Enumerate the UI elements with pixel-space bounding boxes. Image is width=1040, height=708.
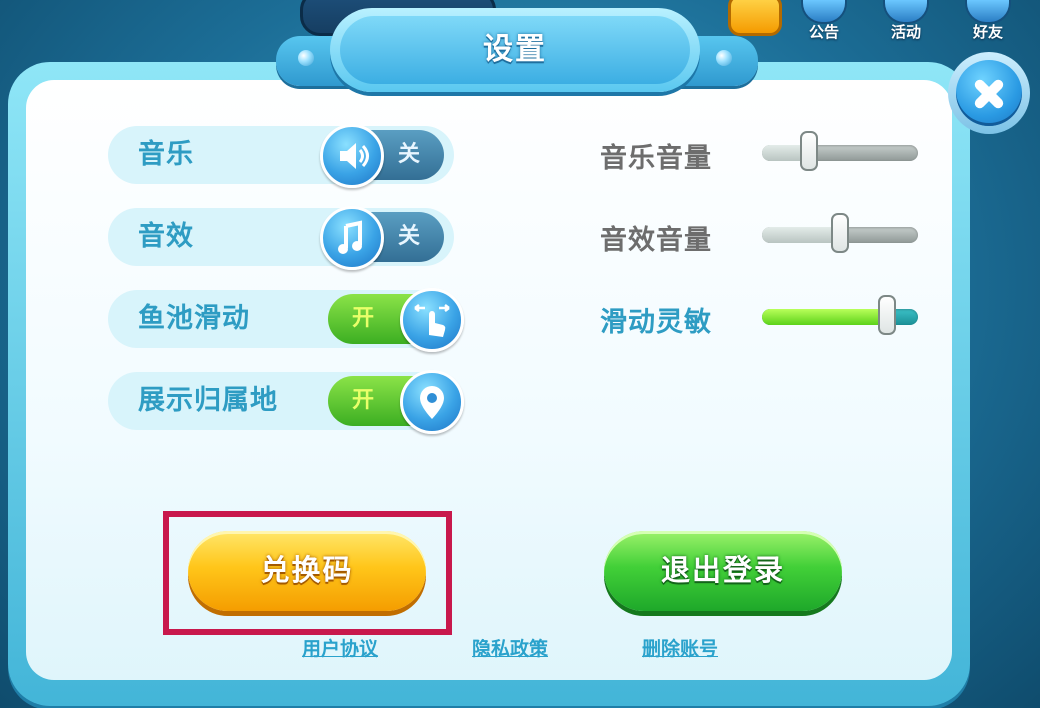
music-label: 音乐 bbox=[138, 139, 194, 170]
show-location-toggle-state: 开 bbox=[352, 388, 375, 413]
events-icon bbox=[883, 0, 929, 24]
friends-button[interactable]: 好友 bbox=[960, 0, 1016, 40]
close-button[interactable] bbox=[948, 52, 1030, 134]
pond-swipe-toggle-row: 鱼池滑动 开 bbox=[108, 288, 464, 352]
close-icon bbox=[956, 60, 1022, 126]
notice-label: 公告 bbox=[808, 23, 839, 41]
show-location-toggle-row: 展示归属地 开 bbox=[108, 370, 464, 434]
swipe-hand-icon[interactable] bbox=[400, 288, 464, 352]
sfx-volume-fill bbox=[762, 227, 840, 243]
notice-button[interactable]: 公告 bbox=[796, 0, 852, 40]
title-bead-right bbox=[716, 50, 732, 66]
sfx-volume-slider[interactable] bbox=[762, 213, 918, 253]
events-label: 活动 bbox=[890, 23, 921, 41]
friends-label: 好友 bbox=[972, 23, 1003, 41]
megaphone-icon bbox=[801, 0, 847, 24]
add-coins-button[interactable] bbox=[728, 0, 782, 36]
music-volume-thumb[interactable] bbox=[800, 131, 818, 171]
sound-effects-label: 音效 bbox=[138, 221, 194, 252]
speaker-icon[interactable] bbox=[320, 124, 384, 188]
sfx-volume-thumb[interactable] bbox=[831, 213, 849, 253]
show-location-label: 展示归属地 bbox=[138, 385, 278, 416]
user-agreement-link[interactable]: 用户协议 bbox=[302, 634, 378, 661]
swipe-sensitivity-fill bbox=[762, 309, 887, 325]
sfx-volume-label: 音效音量 bbox=[600, 225, 712, 256]
music-volume-slider[interactable] bbox=[762, 131, 918, 171]
title-bead-left bbox=[298, 50, 314, 66]
delete-account-link[interactable]: 删除账号 bbox=[642, 634, 718, 661]
music-volume-label: 音乐音量 bbox=[600, 143, 712, 174]
sound-effects-toggle-row: 音效 关 bbox=[108, 206, 454, 270]
sound-effects-toggle-state: 关 bbox=[397, 224, 420, 249]
location-pin-icon[interactable] bbox=[400, 370, 464, 434]
redeem-code-button[interactable]: 兑换码 bbox=[188, 531, 426, 611]
friends-icon bbox=[965, 0, 1011, 24]
events-button[interactable]: 活动 bbox=[878, 0, 934, 40]
music-note-icon[interactable] bbox=[320, 206, 384, 270]
pond-swipe-toggle-state: 开 bbox=[352, 306, 375, 331]
swipe-sensitivity-slider[interactable] bbox=[762, 295, 918, 335]
privacy-policy-link[interactable]: 隐私政策 bbox=[472, 634, 548, 661]
pond-swipe-label: 鱼池滑动 bbox=[138, 303, 250, 334]
logout-button[interactable]: 退出登录 bbox=[604, 531, 842, 611]
music-toggle-row: 音乐 关 bbox=[108, 124, 454, 188]
swipe-sensitivity-thumb[interactable] bbox=[878, 295, 896, 335]
music-toggle-state: 关 bbox=[397, 142, 420, 167]
dialog-title: 设置 bbox=[483, 32, 547, 67]
swipe-sensitivity-label: 滑动灵敏 bbox=[600, 307, 712, 338]
